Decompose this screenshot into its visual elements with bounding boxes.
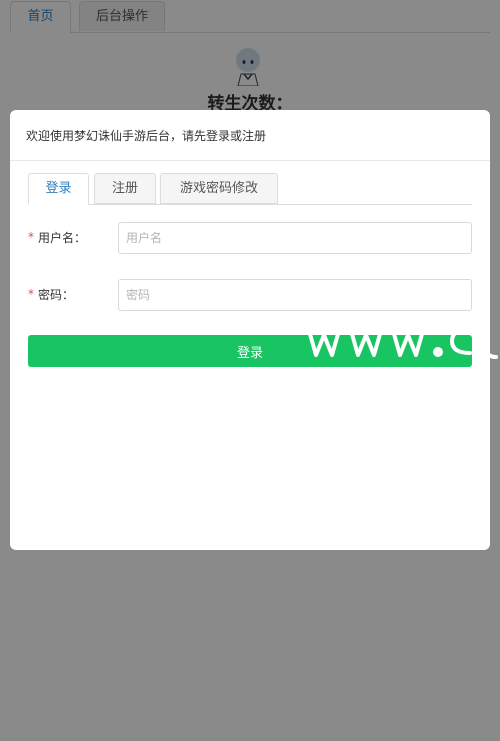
tab-change-game-password[interactable]: 游戏密码修改 bbox=[160, 173, 278, 204]
tab-login[interactable]: 登录 bbox=[28, 173, 89, 205]
username-label: 用户名： bbox=[38, 231, 87, 245]
modal-title: 欢迎使用梦幻诛仙手游后台，请先登录或注册 bbox=[26, 129, 267, 143]
login-modal: 欢迎使用梦幻诛仙手游后台，请先登录或注册 登录 注册 游戏密码修改 * 用户名：… bbox=[10, 110, 490, 550]
required-mark: * bbox=[28, 287, 34, 301]
login-submit-button[interactable]: 登录 bbox=[28, 335, 472, 367]
login-button-label: 登录 bbox=[236, 345, 263, 361]
modal-header: 欢迎使用梦幻诛仙手游后台，请先登录或注册 bbox=[10, 110, 490, 161]
password-input[interactable] bbox=[118, 279, 472, 311]
password-row: * 密码： bbox=[28, 279, 472, 311]
tab-register[interactable]: 注册 bbox=[94, 173, 156, 204]
username-input[interactable] bbox=[118, 222, 472, 254]
username-row: * 用户名： bbox=[28, 222, 472, 254]
password-label: 密码： bbox=[38, 288, 75, 302]
form-tab-bar: 登录 注册 游戏密码修改 bbox=[28, 173, 472, 205]
required-mark: * bbox=[28, 230, 34, 244]
